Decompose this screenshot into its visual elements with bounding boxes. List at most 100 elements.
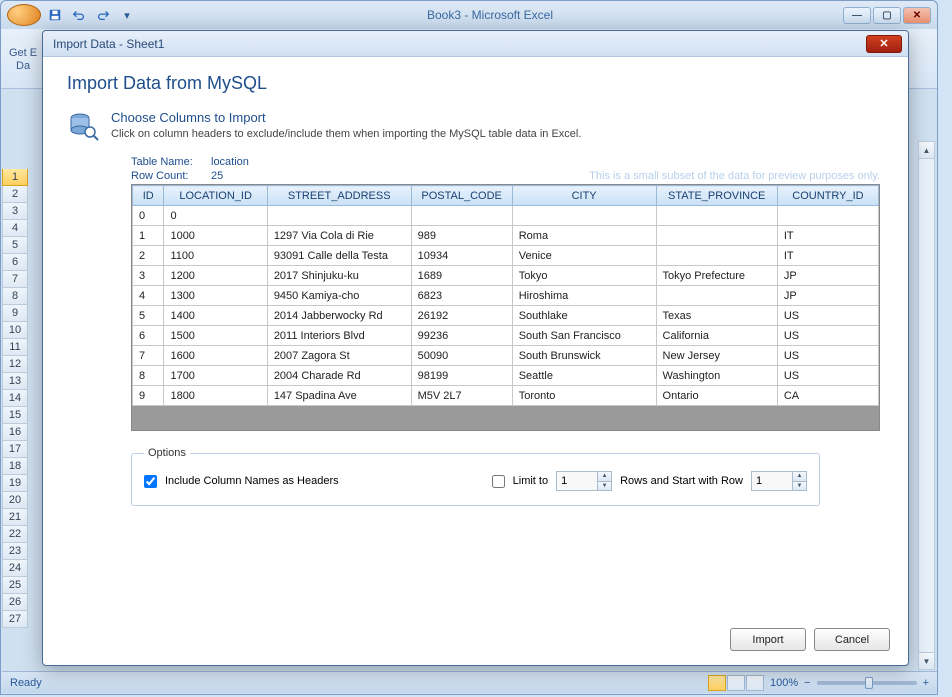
- col-header-location-id[interactable]: LOCATION_ID: [164, 186, 267, 206]
- table-row: 716002007 Zagora St50090South BrunswickN…: [133, 346, 879, 366]
- col-header-id[interactable]: ID: [133, 186, 164, 206]
- office-button[interactable]: [7, 4, 41, 26]
- normal-view-button[interactable]: [708, 675, 726, 691]
- view-buttons: [708, 675, 764, 691]
- minimize-button[interactable]: —: [843, 7, 871, 24]
- row-header[interactable]: 9: [2, 305, 28, 322]
- row-header[interactable]: 4: [2, 220, 28, 237]
- row-header[interactable]: 25: [2, 577, 28, 594]
- start-row-input[interactable]: [752, 472, 792, 490]
- spin-down-icon[interactable]: ▼: [793, 482, 806, 491]
- row-header[interactable]: 20: [2, 492, 28, 509]
- cell: Venice: [512, 246, 656, 266]
- col-header-country-id[interactable]: COUNTRY_ID: [777, 186, 878, 206]
- cell: 26192: [411, 306, 512, 326]
- row-header[interactable]: 21: [2, 509, 28, 526]
- row-header[interactable]: 2: [2, 186, 28, 203]
- include-headers-checkbox[interactable]: [144, 475, 157, 488]
- col-header-city[interactable]: CITY: [512, 186, 656, 206]
- zoom-slider[interactable]: [817, 681, 917, 685]
- row-header[interactable]: 1: [2, 169, 28, 186]
- cell: [656, 226, 777, 246]
- limit-rows-spinner[interactable]: ▲▼: [556, 471, 612, 491]
- row-header[interactable]: 5: [2, 237, 28, 254]
- row-header[interactable]: 22: [2, 526, 28, 543]
- cell: M5V 2L7: [411, 386, 512, 406]
- dialog-close-button[interactable]: ✕: [866, 35, 902, 53]
- cell: IT: [777, 246, 878, 266]
- row-header[interactable]: 8: [2, 288, 28, 305]
- cell: US: [777, 306, 878, 326]
- cell: 1400: [164, 306, 267, 326]
- choose-columns-description: Click on column headers to exclude/inclu…: [111, 127, 581, 142]
- cell: US: [777, 326, 878, 346]
- spin-up-icon[interactable]: ▲: [793, 472, 806, 482]
- zoom-thumb[interactable]: [865, 677, 873, 689]
- spin-down-icon[interactable]: ▼: [598, 482, 611, 491]
- zoom-out-button[interactable]: −: [804, 677, 810, 689]
- qat-dropdown-icon[interactable]: ▾: [117, 6, 137, 24]
- import-button[interactable]: Import: [730, 628, 806, 651]
- cell: 4: [133, 286, 164, 306]
- cell: 93091 Calle della Testa: [267, 246, 411, 266]
- scroll-down-icon[interactable]: ▼: [919, 652, 934, 669]
- dialog-title: Import Data - Sheet1: [49, 37, 866, 51]
- row-header[interactable]: 11: [2, 339, 28, 356]
- limit-rows-input[interactable]: [557, 472, 597, 490]
- cell: 99236: [411, 326, 512, 346]
- import-data-dialog: Import Data - Sheet1 ✕ Import Data from …: [42, 30, 909, 666]
- row-header[interactable]: 15: [2, 407, 28, 424]
- row-header[interactable]: 14: [2, 390, 28, 407]
- row-header[interactable]: 3: [2, 203, 28, 220]
- cell: 9450 Kamiya-cho: [267, 286, 411, 306]
- cell: 98199: [411, 366, 512, 386]
- limit-to-checkbox[interactable]: [492, 475, 505, 488]
- cell: 2: [133, 246, 164, 266]
- row-header[interactable]: 18: [2, 458, 28, 475]
- excel-titlebar: ▾ Book3 - Microsoft Excel — ▢ ✕: [1, 1, 937, 29]
- cancel-button[interactable]: Cancel: [814, 628, 890, 651]
- maximize-button[interactable]: ▢: [873, 7, 901, 24]
- row-header[interactable]: 6: [2, 254, 28, 271]
- cell: JP: [777, 286, 878, 306]
- dialog-titlebar[interactable]: Import Data - Sheet1 ✕: [43, 31, 908, 57]
- save-icon[interactable]: [45, 6, 65, 24]
- table-row: 514002014 Jabberwocky Rd26192SouthlakeTe…: [133, 306, 879, 326]
- cell: 2011 Interiors Blvd: [267, 326, 411, 346]
- row-header[interactable]: 7: [2, 271, 28, 288]
- row-header[interactable]: 17: [2, 441, 28, 458]
- scroll-up-icon[interactable]: ▲: [919, 142, 934, 159]
- cell: 1300: [164, 286, 267, 306]
- row-header[interactable]: 23: [2, 543, 28, 560]
- page-break-view-button[interactable]: [746, 675, 764, 691]
- cell: [411, 206, 512, 226]
- row-header[interactable]: 19: [2, 475, 28, 492]
- table-name-value: location: [211, 156, 249, 168]
- cell: Hiroshima: [512, 286, 656, 306]
- col-header-postal-code[interactable]: POSTAL_CODE: [411, 186, 512, 206]
- undo-icon[interactable]: [69, 6, 89, 24]
- row-header[interactable]: 16: [2, 424, 28, 441]
- row-headers: 1234567891011121314151617181920212223242…: [2, 169, 28, 628]
- spin-up-icon[interactable]: ▲: [598, 472, 611, 482]
- row-header[interactable]: 26: [2, 594, 28, 611]
- page-layout-view-button[interactable]: [727, 675, 745, 691]
- row-header[interactable]: 10: [2, 322, 28, 339]
- row-header[interactable]: 24: [2, 560, 28, 577]
- cell: Southlake: [512, 306, 656, 326]
- col-header-street-address[interactable]: STREET_ADDRESS: [267, 186, 411, 206]
- zoom-in-button[interactable]: +: [923, 677, 929, 689]
- row-header[interactable]: 27: [2, 611, 28, 628]
- col-header-state-province[interactable]: STATE_PROVINCE: [656, 186, 777, 206]
- vertical-scrollbar[interactable]: ▲ ▼: [918, 141, 935, 670]
- close-button[interactable]: ✕: [903, 7, 931, 24]
- redo-icon[interactable]: [93, 6, 113, 24]
- start-row-spinner[interactable]: ▲▼: [751, 471, 807, 491]
- status-bar: Ready 100% − +: [2, 671, 937, 693]
- get-external-data-group[interactable]: Get EDa: [9, 33, 37, 73]
- cell: New Jersey: [656, 346, 777, 366]
- cell: 147 Spadina Ave: [267, 386, 411, 406]
- row-header[interactable]: 13: [2, 373, 28, 390]
- cell: 6: [133, 326, 164, 346]
- row-header[interactable]: 12: [2, 356, 28, 373]
